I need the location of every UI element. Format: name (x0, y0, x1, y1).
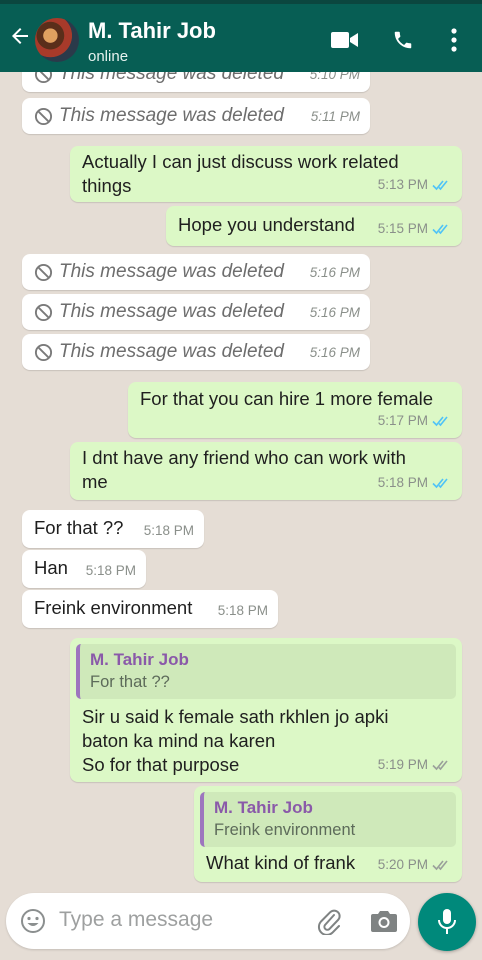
more-vert-icon[interactable] (450, 28, 458, 52)
message-text: This message was deleted (59, 301, 284, 322)
message-outgoing-reply[interactable]: M. Tahir Job Freink environment What kin… (194, 786, 462, 882)
message-time: 5:13 PM (378, 173, 452, 197)
message-text: For that ?? (34, 517, 124, 538)
paperclip-icon[interactable] (316, 907, 342, 935)
phone-icon[interactable] (392, 29, 414, 51)
double-tick-icon (432, 860, 448, 871)
message-time: 5:18 PM (217, 603, 268, 618)
message-time: 5:18 PM (378, 471, 452, 495)
message-time: 5:11 PM (310, 109, 360, 124)
message-text: This message was deleted (59, 341, 284, 362)
message-time: 5:19 PM (378, 753, 452, 777)
emoji-icon[interactable] (20, 908, 46, 934)
chat-header: M. Tahir Job online (0, 0, 482, 72)
mic-icon (438, 909, 456, 934)
mic-button[interactable] (418, 893, 476, 951)
message-time: 5:16 PM (309, 265, 360, 280)
ban-icon (34, 303, 53, 321)
camera-icon[interactable] (370, 909, 398, 933)
message-composer[interactable]: Type a message (6, 893, 410, 949)
ban-icon (34, 343, 53, 361)
quoted-message[interactable]: M. Tahir Job Freink environment (200, 792, 456, 847)
double-tick-icon (432, 416, 448, 427)
message-text: This message was deleted (59, 72, 284, 84)
video-call-icon[interactable] (331, 30, 358, 50)
double-tick-icon (432, 478, 448, 489)
quoted-text: Freink environment (214, 821, 356, 839)
quoted-sender: M. Tahir Job (90, 650, 189, 669)
message-deleted[interactable]: This message was deleted 5:16 PM (22, 334, 370, 370)
message-time: 5:18 PM (85, 563, 136, 578)
message-time: 5:10 PM (309, 72, 360, 82)
message-time: 5:16 PM (309, 305, 360, 320)
message-time: 5:15 PM (378, 217, 452, 241)
message-time: 5:16 PM (309, 345, 360, 360)
ban-icon (34, 107, 53, 125)
message-input[interactable]: Type a message (59, 908, 213, 932)
double-tick-icon (432, 180, 448, 191)
message-text: This message was deleted (59, 105, 284, 126)
chat-area[interactable]: This message was deleted 5:10 PM This me… (0, 72, 482, 890)
message-text: Han (34, 557, 68, 578)
avatar[interactable] (35, 18, 79, 62)
message-deleted[interactable]: This message was deleted 5:10 PM (22, 72, 370, 92)
double-tick-icon (432, 760, 448, 771)
message-text: For that you can hire 1 more female (140, 388, 434, 409)
message-time: 5:18 PM (143, 523, 194, 538)
contact-name[interactable]: M. Tahir Job (88, 18, 216, 44)
message-text: Hope you understand (178, 214, 355, 235)
message-outgoing[interactable]: Actually I can just discuss work related… (70, 146, 462, 202)
message-text: This message was deleted (59, 261, 284, 282)
message-text: Sir u said k female sath rkhlen jo apki (82, 706, 389, 727)
message-time: 5:17 PM (378, 409, 452, 433)
message-deleted[interactable]: This message was deleted 5:16 PM (22, 294, 370, 330)
message-outgoing[interactable]: Hope you understand 5:15 PM (166, 206, 462, 246)
quoted-text: For that ?? (90, 673, 170, 691)
message-deleted[interactable]: This message was deleted 5:16 PM (22, 254, 370, 290)
message-text: baton ka mind na karen (82, 730, 276, 751)
double-tick-icon (432, 224, 448, 235)
quoted-message[interactable]: M. Tahir Job For that ?? (76, 644, 456, 699)
message-text: Freink environment (34, 597, 193, 618)
arrow-left-icon[interactable] (8, 24, 32, 48)
message-time: 5:20 PM (378, 853, 452, 877)
message-outgoing[interactable]: For that you can hire 1 more female 5:17… (128, 382, 462, 438)
quoted-sender: M. Tahir Job (214, 798, 313, 817)
message-incoming[interactable]: For that ?? 5:18 PM (22, 510, 204, 548)
ban-icon (34, 72, 53, 83)
message-outgoing[interactable]: I dnt have any friend who can work with … (70, 442, 462, 500)
ban-icon (34, 263, 53, 281)
message-text: I dnt have any friend who can work with (82, 447, 406, 468)
contact-status: online (88, 48, 129, 65)
message-outgoing-reply[interactable]: M. Tahir Job For that ?? Sir u said k fe… (70, 638, 462, 782)
message-incoming[interactable]: Han 5:18 PM (22, 550, 146, 588)
message-deleted[interactable]: This message was deleted 5:11 PM (22, 98, 370, 134)
message-text: Actually I can just discuss work related (82, 151, 399, 172)
message-incoming[interactable]: Freink environment 5:18 PM (22, 590, 278, 628)
message-text: What kind of frank (206, 852, 356, 873)
